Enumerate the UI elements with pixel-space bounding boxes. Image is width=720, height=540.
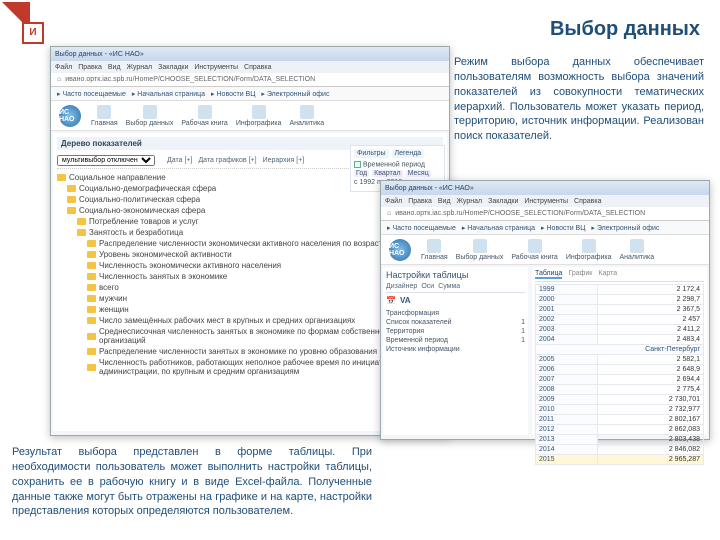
table-pane: ТаблицаГрафикКарта 19992 172,420002 298,… (532, 267, 707, 435)
window-title: Выбор данных - «ИС НАО» (381, 181, 709, 195)
paragraph-top: Режим выбора данных обеспечивает пользов… (454, 55, 704, 144)
settings-pane: Настройки таблицы ДизайнерОсиСумма 📅 VA … (383, 267, 528, 435)
calendar-icon[interactable]: 📅 (386, 296, 396, 305)
bookmarks-bar[interactable]: ▸ Часто посещаемые▸ Начальная страница▸ … (381, 221, 709, 235)
url-text: ивано.ортк.iac.spb.ru/HomeP/CHOOSE_SELEC… (65, 76, 315, 83)
app-header: ИС НАО ГлавнаяВыбор данныхРабочая книгаИ… (51, 101, 449, 131)
address-bar[interactable]: ⌂ ивано.ортк.iac.spb.ru/HomeP/CHOOSE_SEL… (381, 207, 709, 221)
browser-window-table: Выбор данных - «ИС НАО» ФайлПравкаВидЖур… (380, 180, 710, 440)
address-bar[interactable]: ⌂ ивано.ортк.iac.spb.ru/HomeP/CHOOSE_SEL… (51, 73, 449, 87)
table-tabs[interactable]: ТаблицаГрафикКарта (535, 270, 704, 282)
period-options[interactable]: ГодКварталМесяц (354, 170, 441, 177)
app-logo: ИС НАО (389, 239, 411, 261)
paragraph-bottom: Результат выбора представлен в форме таб… (12, 445, 372, 519)
multiselect-mode[interactable]: мультивыбор отключен (57, 155, 155, 166)
slide-logo: И (0, 0, 60, 50)
home-icon[interactable]: ⌂ (387, 210, 391, 217)
year-from[interactable]: 1992 (359, 179, 375, 186)
app-header: ИС НАО ГлавнаяВыбор данныхРабочая книгаИ… (381, 235, 709, 265)
window-title: Выбор данных - «ИС НАО» (51, 47, 449, 61)
app-logo: ИС НАО (59, 105, 81, 127)
browser-menu[interactable]: ФайлПравкаВидЖурналЗакладкиИнструментыСп… (381, 195, 709, 207)
browser-menu[interactable]: ФайлПравкаВидЖурналЗакладкиИнструментыСп… (51, 61, 449, 73)
home-icon[interactable]: ⌂ (57, 76, 61, 83)
va-badge: VA (400, 296, 411, 305)
settings-fields[interactable]: Трансформация Список показателей 1Террит… (386, 309, 525, 354)
period-checkbox-label[interactable]: Временной период (363, 161, 425, 168)
filter-tabs[interactable]: ФильтрыЛегенда (354, 149, 441, 158)
settings-title: Настройки таблицы (386, 270, 525, 280)
app-nav[interactable]: ГлавнаяВыбор данныхРабочая книгаИнфограф… (91, 105, 324, 127)
app-nav[interactable]: ГлавнаяВыбор данныхРабочая книгаИнфограф… (421, 239, 654, 261)
bookmarks-bar[interactable]: ▸ Часто посещаемые▸ Начальная страница▸ … (51, 87, 449, 101)
page-title: Выбор данных (550, 18, 700, 41)
result-table[interactable]: 19992 172,420002 298,720012 367,520022 4… (535, 284, 704, 465)
settings-tabs[interactable]: ДизайнерОсиСумма (386, 283, 525, 293)
url-text: ивано.ортк.iac.spb.ru/HomeP/CHOOSE_SELEC… (395, 210, 645, 217)
